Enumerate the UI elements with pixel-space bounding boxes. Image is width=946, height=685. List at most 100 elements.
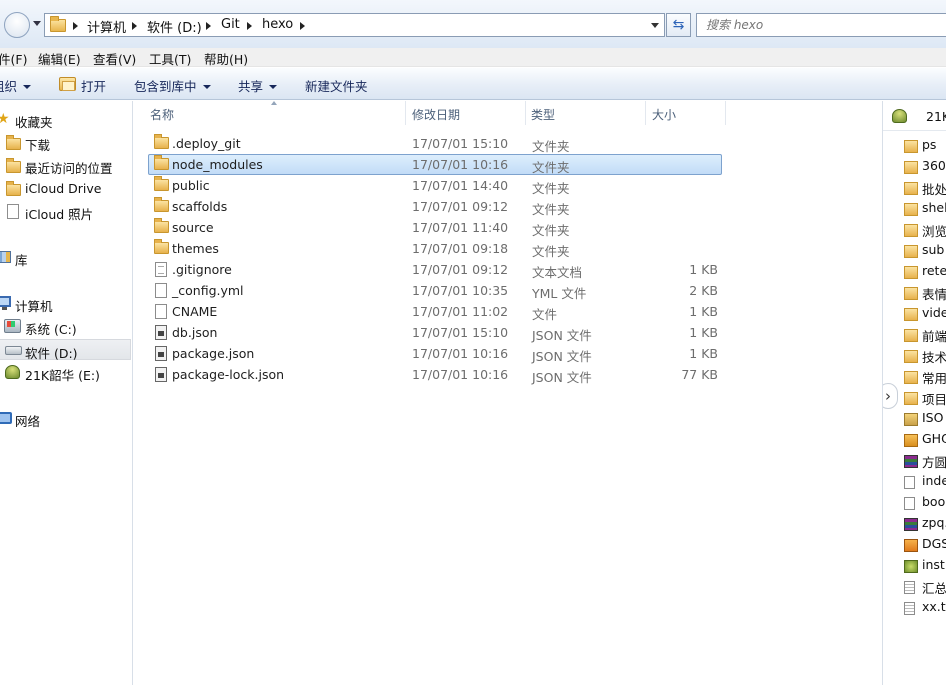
- file-row[interactable]: db.json 17/07/01 15:10 JSON 文件 1 KB: [148, 322, 722, 343]
- secondary-list-item[interactable]: retec: [922, 263, 946, 278]
- secondary-list-item[interactable]: GHO: [922, 431, 946, 446]
- address-bar[interactable]: 计算机 软件 (D:) Git hexo: [44, 13, 665, 37]
- secondary-list-item[interactable]: inst.: [922, 557, 946, 572]
- nav-item-recent-places[interactable]: 最近访问的位置: [0, 155, 130, 176]
- column-divider[interactable]: [645, 101, 646, 125]
- text-file-icon: [904, 602, 915, 615]
- file-row[interactable]: themes 17/07/01 09:18 文件夹: [148, 238, 722, 259]
- file-row[interactable]: source 17/07/01 11:40 文件夹: [148, 217, 722, 238]
- secondary-list-item[interactable]: 浏览: [922, 221, 946, 240]
- chevron-right-icon[interactable]: [132, 22, 137, 30]
- secondary-list-item[interactable]: DGS: [922, 536, 946, 551]
- file-row[interactable]: .deploy_git 17/07/01 15:10 文件夹: [148, 133, 722, 154]
- chevron-right-icon[interactable]: [247, 22, 252, 30]
- chevron-right-icon[interactable]: [206, 22, 211, 30]
- breadcrumb-drive-d[interactable]: 软件 (D:): [147, 17, 202, 36]
- nav-network-label: 网络: [15, 414, 41, 429]
- secondary-list-item[interactable]: 表情: [922, 284, 946, 303]
- organize-button[interactable]: 组织: [0, 76, 32, 95]
- file-row-selected[interactable]: node_modules 17/07/01 10:16 文件夹: [148, 154, 722, 175]
- breadcrumb-computer[interactable]: 计算机: [87, 17, 126, 36]
- folder-icon: [904, 140, 918, 153]
- nav-item-label: iCloud Drive: [25, 181, 102, 196]
- nav-computer[interactable]: 计算机: [0, 293, 130, 314]
- breadcrumb-git[interactable]: Git: [221, 17, 240, 32]
- secondary-list-item[interactable]: 批处: [922, 179, 946, 198]
- secondary-list-item[interactable]: ps: [922, 137, 936, 152]
- nav-network[interactable]: 网络: [0, 408, 130, 429]
- file-name: source: [172, 220, 214, 235]
- nav-favorites[interactable]: ★ 收藏夹: [0, 109, 130, 130]
- nav-item-icloud-photos[interactable]: iCloud 照片: [0, 201, 130, 222]
- file-icon: [904, 476, 915, 489]
- nav-item-icloud-drive[interactable]: iCloud Drive: [0, 178, 130, 199]
- column-divider[interactable]: [405, 101, 406, 125]
- secondary-list-item[interactable]: sub: [922, 242, 944, 257]
- file-row[interactable]: _config.yml 17/07/01 10:35 YML 文件 2 KB: [148, 280, 722, 301]
- file-type: JSON 文件: [532, 328, 592, 343]
- file-icon: [155, 283, 167, 298]
- secondary-list-item[interactable]: 项目: [922, 389, 946, 408]
- column-header-modified[interactable]: 修改日期: [412, 106, 460, 123]
- file-row[interactable]: public 17/07/01 14:40 文件夹: [148, 175, 722, 196]
- folder-icon: [50, 16, 66, 32]
- secondary-list-item[interactable]: inde: [922, 473, 946, 488]
- secondary-list-item[interactable]: 常用: [922, 368, 946, 387]
- menu-help[interactable]: 帮助(H): [204, 49, 248, 68]
- file-date: 17/07/01 09:12: [412, 262, 509, 277]
- secondary-list-item[interactable]: shell: [922, 200, 946, 215]
- share-button[interactable]: 共享: [238, 76, 278, 95]
- nav-item-drive-e[interactable]: 21K韶华 (E:): [0, 362, 130, 383]
- menu-tools[interactable]: 工具(T): [149, 49, 191, 68]
- file-row[interactable]: package.json 17/07/01 10:16 JSON 文件 1 KB: [148, 343, 722, 364]
- menu-view[interactable]: 查看(V): [93, 49, 136, 68]
- history-dropdown-icon[interactable]: [33, 21, 41, 26]
- file-row[interactable]: .gitignore 17/07/01 09:12 文本文档 1 KB: [148, 259, 722, 280]
- column-divider[interactable]: [525, 101, 526, 125]
- secondary-list-item[interactable]: 前端: [922, 326, 946, 345]
- nav-item-drive-c[interactable]: 系统 (C:): [0, 316, 130, 337]
- open-button[interactable]: 打开: [81, 76, 106, 95]
- column-divider[interactable]: [725, 101, 726, 125]
- column-header-size[interactable]: 大小: [652, 106, 676, 123]
- forward-button[interactable]: [4, 12, 30, 38]
- file-size: 1 KB: [689, 346, 718, 361]
- nav-library[interactable]: 库: [0, 247, 130, 268]
- secondary-list-item[interactable]: vide: [922, 305, 946, 320]
- secondary-list-item[interactable]: ISO: [922, 410, 943, 425]
- breadcrumb-hexo[interactable]: hexo: [262, 17, 293, 32]
- address-dropdown-icon[interactable]: [651, 23, 659, 28]
- chevron-right-icon[interactable]: [73, 22, 78, 30]
- file-row[interactable]: scaffolds 17/07/01 09:12 文件夹: [148, 196, 722, 217]
- address-bar-area: 计算机 软件 (D:) Git hexo ⇆: [0, 0, 946, 48]
- column-header-type[interactable]: 类型: [531, 106, 555, 123]
- secondary-list-item[interactable]: boo: [922, 494, 945, 509]
- new-folder-button[interactable]: 新建文件夹: [305, 76, 368, 95]
- menu-edit[interactable]: 编辑(E): [38, 49, 81, 68]
- search-input[interactable]: [697, 14, 946, 36]
- file-row[interactable]: package-lock.json 17/07/01 10:16 JSON 文件…: [148, 364, 722, 385]
- refresh-icon: ⇆: [672, 17, 685, 33]
- refresh-button[interactable]: ⇆: [666, 13, 691, 37]
- search-box[interactable]: [696, 13, 946, 37]
- archive-icon: [904, 455, 918, 468]
- file-name: CNAME: [172, 304, 218, 319]
- include-in-library-button[interactable]: 包含到库中: [134, 76, 211, 95]
- nav-item-label: 21K韶华 (E:): [25, 368, 100, 383]
- chevron-right-icon[interactable]: [300, 22, 305, 30]
- menu-file[interactable]: 件(F): [0, 49, 27, 68]
- file-type: 文件: [532, 307, 558, 322]
- nav-item-drive-d[interactable]: 软件 (D:): [0, 339, 131, 361]
- secondary-list-item[interactable]: xx.tx: [922, 599, 946, 614]
- file-name: db.json: [172, 325, 218, 340]
- expand-pane-button[interactable]: ›: [883, 383, 898, 409]
- open-folder-icon: [59, 77, 76, 91]
- secondary-list-item[interactable]: 汇总: [922, 578, 946, 597]
- secondary-list-item[interactable]: 360: [922, 158, 946, 173]
- secondary-list-item[interactable]: 技术: [922, 347, 946, 366]
- file-row[interactable]: CNAME 17/07/01 11:02 文件 1 KB: [148, 301, 722, 322]
- column-header-name[interactable]: 名称: [150, 106, 174, 123]
- nav-item-downloads[interactable]: 下载: [0, 132, 130, 153]
- secondary-list-item[interactable]: zpq.: [922, 515, 946, 530]
- secondary-list-item[interactable]: 方圆: [922, 452, 946, 471]
